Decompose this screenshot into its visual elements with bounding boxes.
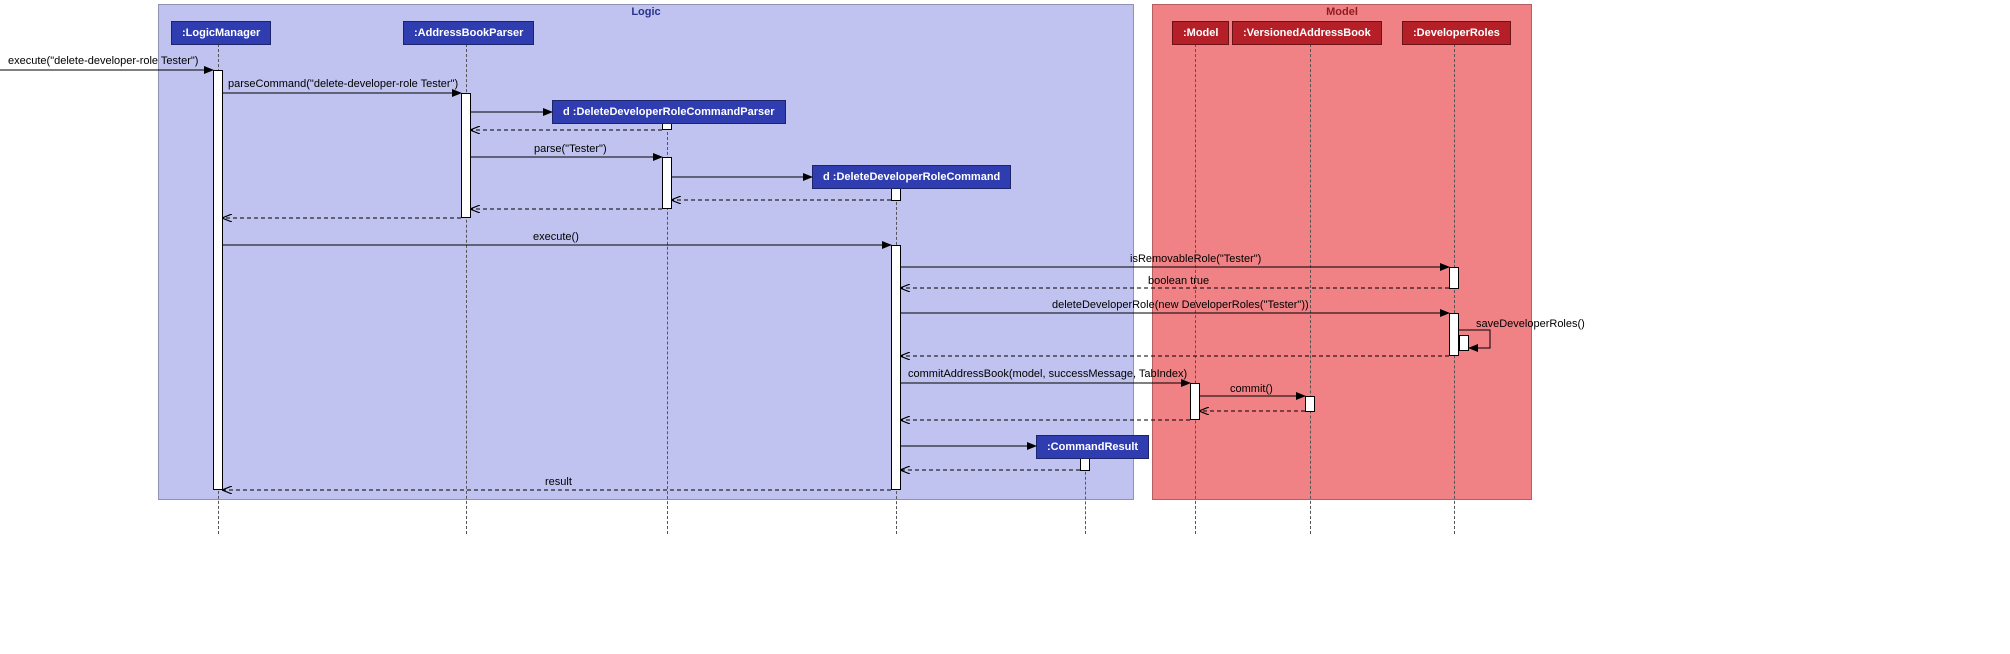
participant-developer-roles: :DeveloperRoles	[1402, 21, 1511, 45]
msg-commit: commit()	[1230, 383, 1273, 395]
activation-parser-2	[662, 157, 672, 209]
activation-vab	[1305, 396, 1315, 412]
region-model: Model	[1152, 4, 1532, 500]
activation-abp	[461, 93, 471, 218]
activation-cmdresult	[1080, 457, 1090, 471]
participant-delete-dev-role-parser: d :DeleteDeveloperRoleCommandParser	[552, 100, 786, 124]
activation-devroles-1	[1449, 267, 1459, 289]
msg-result: result	[545, 476, 572, 488]
msg-parsecommand: parseCommand("delete-developer-role Test…	[228, 78, 458, 90]
activation-cmd-exec	[891, 245, 901, 490]
participant-delete-dev-role-cmd: d :DeleteDeveloperRoleCommand	[812, 165, 1011, 189]
participant-command-result: :CommandResult	[1036, 435, 1149, 459]
activation-devroles-2	[1449, 313, 1459, 356]
msg-execute2: execute()	[533, 231, 579, 243]
participant-logic-manager: :LogicManager	[171, 21, 271, 45]
lifeline-developer-roles	[1454, 44, 1455, 534]
msg-booltrue: boolean true	[1148, 275, 1209, 287]
region-logic-title: Logic	[625, 5, 666, 19]
participant-versioned-ab: :VersionedAddressBook	[1232, 21, 1382, 45]
msg-deletedevrole: deleteDeveloperRole(new DeveloperRoles("…	[1052, 299, 1309, 311]
activation-model	[1190, 383, 1200, 420]
msg-parse: parse("Tester")	[534, 143, 607, 155]
msg-savedevroles: saveDeveloperRoles()	[1476, 318, 1585, 330]
activation-devroles-self	[1459, 335, 1469, 351]
activation-logic-manager	[213, 70, 223, 490]
region-model-title: Model	[1320, 5, 1364, 19]
participant-model: :Model	[1172, 21, 1229, 45]
msg-commitab: commitAddressBook(model, successMessage,…	[908, 368, 1187, 380]
msg-execute: execute("delete-developer-role Tester")	[8, 55, 198, 67]
sequence-diagram: Logic Model :LogicManager :AddressBookPa…	[0, 0, 2010, 654]
msg-isremovable: isRemovableRole("Tester")	[1130, 253, 1261, 265]
activation-cmd-create	[891, 187, 901, 201]
participant-address-book-parser: :AddressBookParser	[403, 21, 534, 45]
lifeline-model	[1195, 44, 1196, 534]
lifeline-versioned-ab	[1310, 44, 1311, 534]
